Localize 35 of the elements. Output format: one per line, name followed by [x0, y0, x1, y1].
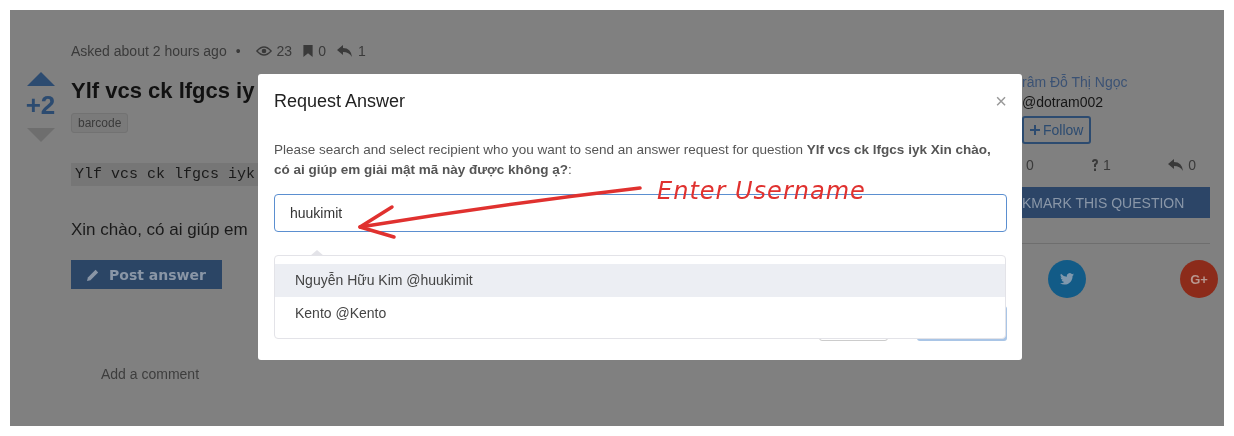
bookmark-icon	[303, 45, 314, 57]
close-button[interactable]: ×	[995, 89, 1007, 113]
author-handle: @dotram002	[1022, 94, 1104, 110]
pencil-icon	[87, 268, 99, 281]
code-block: Ylf vcs ck lfgcs iyk	[71, 163, 260, 186]
upvote-icon[interactable]	[26, 72, 55, 86]
suggestion-item[interactable]: Kento @Kento	[275, 297, 1005, 330]
bookmark-count: 0	[318, 43, 326, 59]
author-name[interactable]: râm Đỗ Thị Ngọc	[1022, 74, 1128, 90]
google-plus-share-button[interactable]: G+	[1180, 260, 1218, 298]
reply-icon	[336, 45, 353, 57]
question-title: Ylf vcs ck lfgcs iy	[71, 77, 255, 105]
stat-count: 1	[1103, 157, 1111, 173]
stat-count: 0	[1026, 157, 1034, 173]
question-body: Xin chào, có ai giúp em	[71, 220, 249, 240]
stat-count: 0	[1188, 157, 1196, 173]
dialog-message: Please search and select recipient who you want to send an answer request for question Ylf vcs ck lfgcs iyk Xin chào, có ai giúp em giải mật mã này được không ạ?:	[274, 141, 992, 179]
suggestion-item[interactable]: Nguyễn Hữu Kim @huukimit	[275, 264, 1005, 297]
eye-icon	[255, 45, 272, 57]
dialog-title: Request Answer	[274, 90, 406, 112]
post-answer-button[interactable]: Post answer	[71, 260, 222, 289]
reply-count: 1	[357, 43, 366, 59]
plus-icon	[1030, 125, 1040, 135]
reply-icon	[1168, 159, 1185, 171]
question-mark-icon	[1091, 159, 1100, 171]
follow-button[interactable]: Follow	[1022, 116, 1092, 144]
bird-icon	[1060, 273, 1074, 285]
asked-time: Asked about 2 hours ago	[71, 43, 227, 59]
add-comment-link[interactable]: Add a comment	[101, 366, 951, 382]
view-count: 23	[276, 43, 293, 59]
bookmark-question-button[interactable]: KMARK THIS QUESTION	[1022, 187, 1210, 218]
tag[interactable]: barcode	[71, 113, 129, 133]
separator-dot: •	[235, 43, 241, 59]
vote-count: +2	[25, 90, 56, 120]
twitter-share-button[interactable]	[1048, 260, 1086, 298]
